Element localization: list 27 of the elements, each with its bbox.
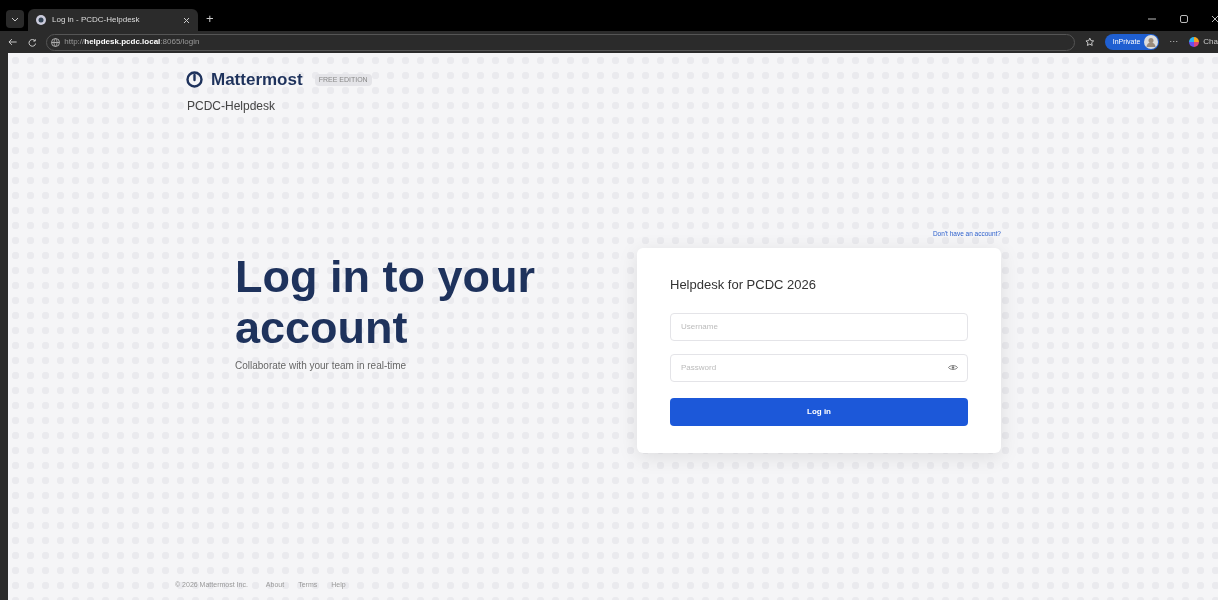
close-icon[interactable] xyxy=(183,16,190,24)
refresh-icon[interactable] xyxy=(27,37,37,47)
chevron-down-icon xyxy=(11,16,19,22)
eye-icon[interactable] xyxy=(948,363,958,371)
card-title: Helpdesk for PCDC 2026 xyxy=(670,276,817,295)
site-name: PCDC-Helpdesk xyxy=(187,97,277,115)
page-heading: Log in to your account xyxy=(235,250,536,353)
password-field[interactable]: Password xyxy=(670,353,968,382)
copilot-icon[interactable] xyxy=(1188,36,1201,48)
browser-tab[interactable]: Log in - PCDC-Helpdesk xyxy=(28,9,198,31)
globe-icon xyxy=(51,37,61,47)
copilot-label[interactable]: Cha xyxy=(1203,36,1218,48)
back-icon[interactable] xyxy=(8,38,18,46)
tab-title: Log in - PCDC-Helpdesk xyxy=(52,14,141,26)
app-logo-icon xyxy=(36,15,46,25)
new-tab-button[interactable]: + xyxy=(202,9,218,29)
username-field[interactable]: Username xyxy=(670,312,968,341)
brand-name: Mattermost xyxy=(211,69,303,91)
more-menu-button[interactable]: ··· xyxy=(1169,35,1179,49)
maximize-icon[interactable] xyxy=(1180,15,1188,23)
url-text: http://helpdesk.pcdc.local:8065/login xyxy=(64,36,200,48)
login-button[interactable]: Log in xyxy=(670,397,968,426)
page-subtitle: Collaborate with your team in real-time xyxy=(235,358,408,373)
close-icon[interactable] xyxy=(1212,15,1218,23)
avatar-icon xyxy=(1144,35,1159,49)
favorites-star-icon[interactable] xyxy=(1085,37,1095,47)
brand-logo-icon xyxy=(186,71,203,89)
